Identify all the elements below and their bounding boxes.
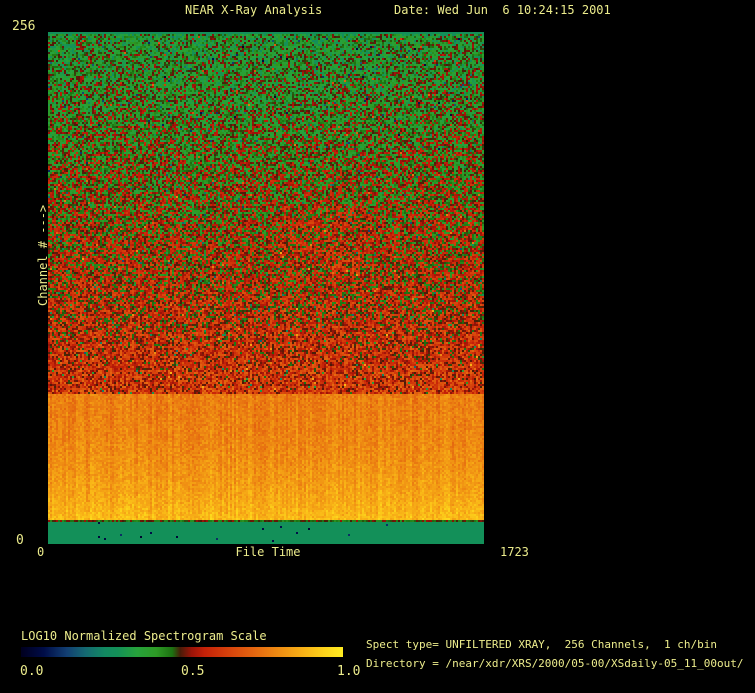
near-xray-analysis-window: NEAR X-Ray Analysis Date: Wed Jun 6 10:2… [0,0,755,693]
page-title: NEAR X-Ray Analysis [185,3,323,17]
colorbar-label: LOG10 Normalized Spectrogram Scale [21,629,267,643]
x-axis-min-tick: 0 [37,545,45,559]
y-axis-min-tick: 0 [16,533,24,548]
colorbar-tick-max: 1.0 [337,664,361,679]
colorbar-gradient [21,647,343,657]
colorbar-tick-mid: 0.5 [181,664,205,679]
x-axis-label: File Time [235,545,301,559]
spect-type-line: Spect type= UNFILTERED XRAY, 256 Channel… [366,638,717,651]
date-label: Date: Wed Jun 6 10:24:15 2001 [394,3,611,17]
directory-line: Directory = /near/xdr/XRS/2000/05-00/XSd… [366,657,744,670]
colorbar-tick-min: 0.0 [20,664,44,679]
y-axis-max-tick: 256 [12,19,36,34]
spectrogram-heatmap [48,32,484,544]
x-axis-max-tick: 1723 [500,545,529,559]
